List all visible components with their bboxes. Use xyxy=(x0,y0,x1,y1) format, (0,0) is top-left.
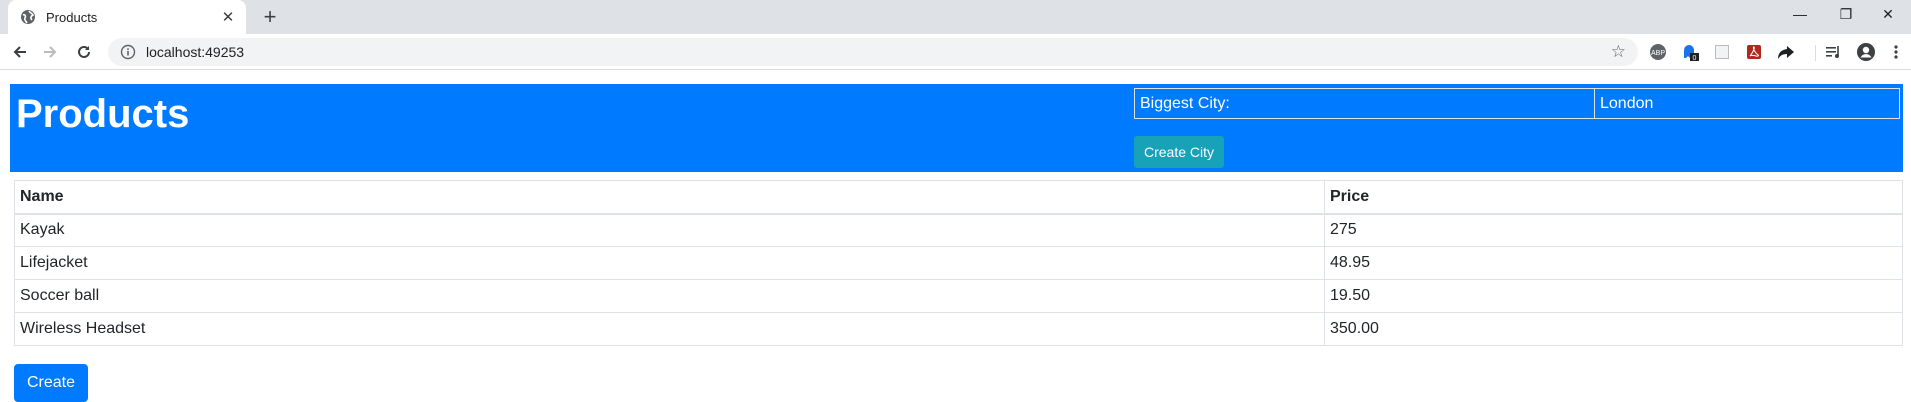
address-url: localhost:49253 xyxy=(146,44,245,60)
biggest-city-row: Biggest City: London xyxy=(1134,88,1900,119)
minimize-button[interactable]: — xyxy=(1777,0,1823,30)
product-price: 48.95 xyxy=(1324,246,1903,280)
extension-ghost-icon[interactable]: 0 xyxy=(1680,42,1700,62)
tab-title: Products xyxy=(46,9,98,25)
share-arrow-icon[interactable] xyxy=(1776,42,1796,62)
product-name: Kayak xyxy=(14,213,1325,247)
back-icon[interactable] xyxy=(8,40,32,64)
extension-badge-icon[interactable]: ABP xyxy=(1648,42,1668,62)
biggest-city-label: Biggest City: xyxy=(1134,88,1595,119)
table-row: Lifejacket 48.95 xyxy=(14,246,1903,280)
media-playlist-icon[interactable] xyxy=(1824,42,1844,62)
products-table: Name Price Kayak 275 Lifejacket 48.95 So… xyxy=(14,180,1903,346)
product-price: 19.50 xyxy=(1324,279,1903,313)
product-price: 275 xyxy=(1324,213,1903,247)
profile-icon[interactable] xyxy=(1856,42,1876,62)
table-header-row: Name Price xyxy=(14,180,1903,215)
pdf-icon[interactable] xyxy=(1744,42,1764,62)
extension-square-icon[interactable] xyxy=(1712,42,1732,62)
browser-toolbar: localhost:49253 ☆ ABP 0 xyxy=(0,34,1911,70)
svg-text:ABP: ABP xyxy=(1651,50,1665,57)
address-bar[interactable]: localhost:49253 ☆ xyxy=(108,38,1638,66)
page-title: Products xyxy=(16,92,190,136)
biggest-city-value: London xyxy=(1594,88,1900,119)
globe-icon xyxy=(20,9,36,25)
new-tab-button[interactable]: + xyxy=(258,5,282,29)
reload-icon[interactable] xyxy=(72,40,96,64)
restore-button[interactable]: ❐ xyxy=(1823,0,1869,30)
page-content: Products Biggest City: London Create Cit… xyxy=(0,70,1911,402)
product-name: Wireless Headset xyxy=(14,312,1325,346)
forward-icon[interactable] xyxy=(38,40,62,64)
create-button[interactable]: Create xyxy=(14,364,89,402)
tab-close-icon[interactable]: ✕ xyxy=(220,8,236,26)
biggest-city-table: Biggest City: London xyxy=(1134,88,1900,119)
bookmark-star-icon[interactable]: ☆ xyxy=(1611,42,1626,62)
close-window-button[interactable]: ✕ xyxy=(1865,0,1911,30)
table-row: Kayak 275 xyxy=(14,213,1903,247)
column-header-name: Name xyxy=(14,180,1325,215)
table-row: Wireless Headset 350.00 xyxy=(14,312,1903,346)
table-row: Soccer ball 19.50 xyxy=(14,279,1903,313)
product-name: Soccer ball xyxy=(14,279,1325,313)
ghost-badge-count: 0 xyxy=(1693,55,1697,62)
site-info-icon[interactable] xyxy=(120,44,136,60)
menu-kebab-icon[interactable] xyxy=(1886,42,1906,62)
browser-tabstrip: Products ✕ + — ❐ ✕ xyxy=(0,0,1911,34)
header-banner: Products Biggest City: London Create Cit… xyxy=(10,84,1903,172)
toolbar-separator xyxy=(1815,45,1816,61)
column-header-price: Price xyxy=(1324,180,1903,215)
product-name: Lifejacket xyxy=(14,246,1325,280)
create-city-button[interactable]: Create City xyxy=(1134,136,1225,168)
product-price: 350.00 xyxy=(1324,312,1903,346)
browser-tab[interactable]: Products ✕ xyxy=(8,0,246,34)
